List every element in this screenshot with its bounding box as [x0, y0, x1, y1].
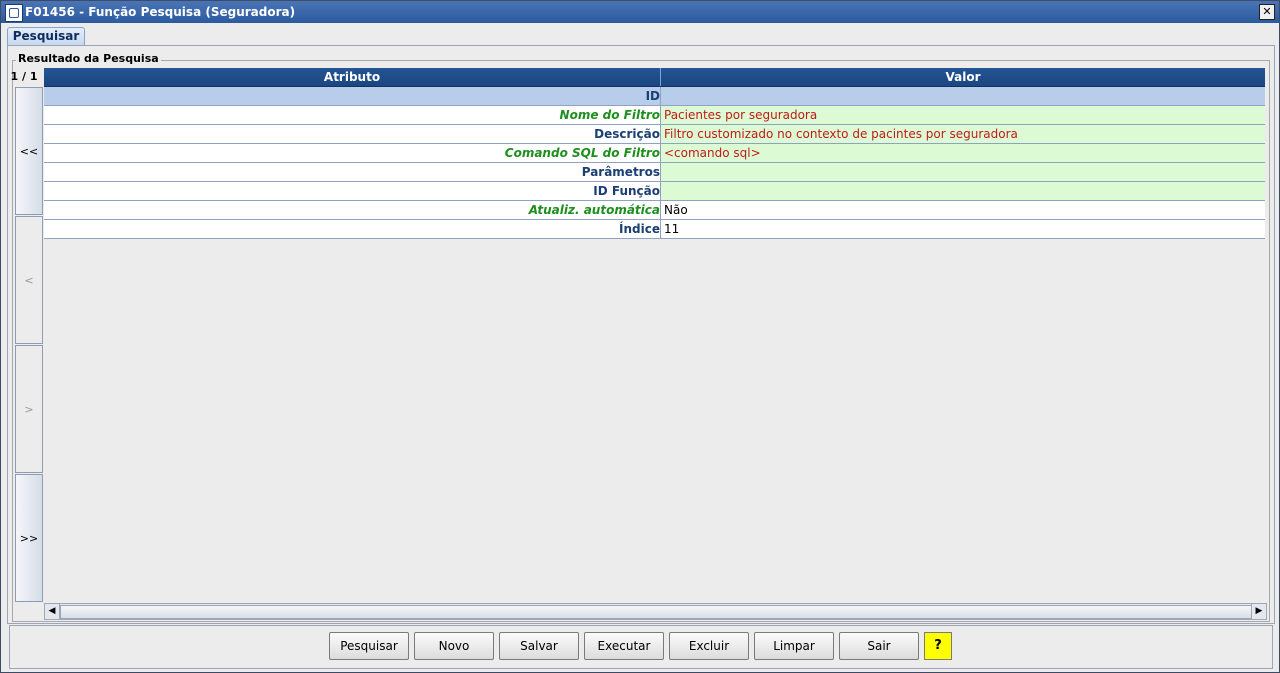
row-value[interactable]: 11 [664, 220, 1262, 238]
editable-cell-bg [661, 163, 1265, 181]
app-icon [5, 4, 23, 22]
row-attribute: Comando SQL do Filtro [44, 144, 661, 162]
scroll-right-icon[interactable]: ▶ [1251, 604, 1266, 619]
table-row[interactable]: Nome do Filtro Pacientes por seguradora [44, 106, 1265, 125]
table-row[interactable]: Comando SQL do Filtro <comando sql> [44, 144, 1265, 163]
app-window: F01456 - Função Pesquisa (Seguradora) ✕ … [0, 0, 1280, 673]
next-record-button[interactable]: > [15, 345, 43, 473]
tab-pesquisar[interactable]: Pesquisar [7, 27, 85, 45]
table-row[interactable]: Atualiz. automática Não [44, 201, 1265, 220]
title-bar[interactable]: F01456 - Função Pesquisa (Seguradora) ✕ [1, 1, 1279, 23]
row-attribute: Atualiz. automática [44, 201, 661, 219]
row-attribute: ID Função [44, 182, 661, 200]
window-title: F01456 - Função Pesquisa (Seguradora) [25, 5, 296, 19]
salvar-button[interactable]: Salvar [499, 632, 579, 660]
close-icon[interactable]: ✕ [1259, 4, 1275, 20]
table-row[interactable]: ID [44, 87, 1265, 106]
table-row[interactable]: Descrição Filtro customizado no contexto… [44, 125, 1265, 144]
row-value[interactable]: Filtro customizado no contexto de pacint… [664, 125, 1262, 143]
limpar-button[interactable]: Limpar [754, 632, 834, 660]
scroll-left-icon[interactable]: ◀ [45, 604, 60, 619]
row-attribute: ID [44, 87, 661, 105]
row-attribute: Índice [44, 220, 661, 238]
editable-cell-bg [661, 182, 1265, 200]
help-button[interactable]: ? [924, 632, 952, 660]
table-header: Atributo Valor [44, 68, 1265, 87]
column-header-value[interactable]: Valor [661, 68, 1265, 86]
novo-button[interactable]: Novo [414, 632, 494, 660]
scroll-thumb[interactable] [60, 605, 1252, 619]
table-row[interactable]: Parâmetros [44, 163, 1265, 182]
row-attribute: Parâmetros [44, 163, 661, 181]
results-group-label: Resultado da Pesquisa [16, 52, 161, 65]
excluir-button[interactable]: Excluir [669, 632, 749, 660]
executar-button[interactable]: Executar [584, 632, 664, 660]
button-bar: Pesquisar Novo Salvar Executar Excluir L… [9, 625, 1273, 669]
row-value[interactable]: Pacientes por seguradora [664, 106, 1262, 124]
table-row[interactable]: Índice 11 [44, 220, 1265, 239]
pesquisar-button[interactable]: Pesquisar [329, 632, 409, 660]
record-counter: 1 / 1 [10, 70, 38, 83]
row-attribute: Nome do Filtro [44, 106, 661, 124]
first-record-button[interactable]: << [15, 87, 43, 215]
prev-record-button[interactable]: < [15, 216, 43, 344]
row-value[interactable]: Não [664, 201, 1262, 219]
result-table: Atributo Valor ID Nome do Filtro Pacient… [44, 68, 1265, 239]
row-attribute: Descrição [44, 125, 661, 143]
last-record-button[interactable]: >> [15, 474, 43, 602]
column-header-attribute[interactable]: Atributo [44, 68, 661, 86]
sair-button[interactable]: Sair [839, 632, 919, 660]
horizontal-scrollbar[interactable]: ◀ ▶ [44, 603, 1267, 620]
row-value[interactable]: <comando sql> [664, 144, 1262, 162]
table-row[interactable]: ID Função [44, 182, 1265, 201]
